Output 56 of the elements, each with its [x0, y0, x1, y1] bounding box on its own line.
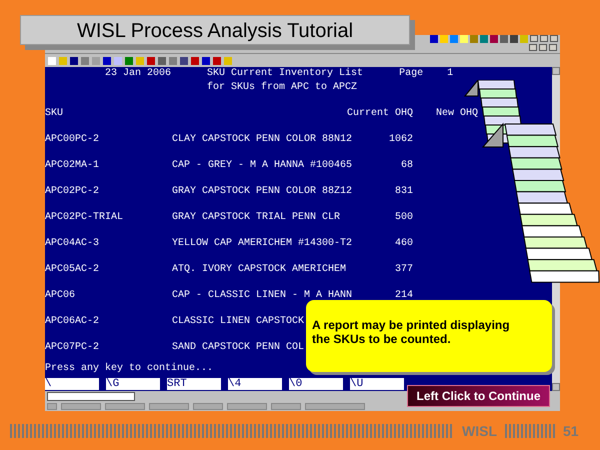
description-cell: CLAY CAPSTOCK PENN COLOR 88N12 — [172, 134, 352, 144]
input-field[interactable]: \0 — [289, 378, 343, 390]
description-cell: CAP - CLASSIC LINEN - M A HANN — [172, 290, 352, 300]
slide-number: 51 — [563, 423, 579, 439]
report-date: 23 Jan 2006 — [104, 67, 172, 81]
sku-cell: APC04AC-3 — [45, 238, 100, 248]
sku-cell: APC02PC-2 — [45, 186, 100, 196]
status-item — [271, 403, 301, 410]
description-cell: CLASSIC LINEN CAPSTOCK — [172, 316, 304, 326]
quantity-cell: 831 — [394, 186, 413, 196]
sku-cell: APC02MA-1 — [45, 160, 100, 170]
report-title: SKU Current Inventory List — [206, 67, 364, 81]
restore-button[interactable] — [539, 44, 547, 51]
description-cell: SAND CAPSTOCK PENN COL — [172, 342, 304, 352]
status-item — [61, 403, 101, 410]
sku-cell: APC06AC-2 — [45, 316, 100, 326]
status-item — [305, 403, 365, 410]
description-cell: GRAY CAPSTOCK PENN COLOR 88Z12 — [172, 186, 352, 196]
sku-cell: APC07PC-2 — [45, 342, 100, 352]
quantity-cell: 500 — [394, 212, 413, 222]
report-subtitle: for SKUs from APC to APCZ — [206, 81, 358, 95]
column-header: Current OHQ — [346, 108, 413, 118]
status-item — [193, 403, 223, 410]
page-label: Page — [398, 67, 424, 81]
input-field[interactable]: \ — [45, 378, 99, 390]
callout-text: A report may be printed displaying the SKUs to be counted. — [306, 300, 552, 372]
footer-brand: WISL — [462, 423, 497, 439]
status-item — [47, 403, 57, 410]
quantity-cell: 68 — [400, 160, 413, 170]
description-cell: GRAY CAPSTOCK TRIAL PENN CLR — [172, 212, 340, 222]
status-item — [149, 403, 189, 410]
status-item — [227, 403, 267, 410]
column-header: SKU — [45, 108, 64, 118]
status-item — [105, 403, 145, 410]
sku-cell: APC05AC-2 — [45, 264, 100, 274]
description-cell: CAP - GREY - M A HANNA #100465 — [172, 160, 352, 170]
stripe-decoration — [505, 424, 555, 438]
continue-button[interactable]: Left Click to Continue — [407, 385, 550, 407]
description-cell: ATQ. IVORY CAPSTOCK AMERICHEM — [172, 264, 346, 274]
description-cell: YELLOW CAP AMERICHEM #14300-T2 — [172, 238, 352, 248]
quantity-cell: 214 — [394, 290, 413, 300]
quantity-cell: 460 — [394, 238, 413, 248]
input-field[interactable]: \G — [106, 378, 160, 390]
input-field[interactable]: \4 — [228, 378, 282, 390]
column-header: New OHQ — [435, 108, 478, 118]
sku-cell: APC02PC-TRIAL — [45, 212, 124, 222]
quantity-cell: 1062 — [388, 134, 413, 144]
input-field[interactable]: \U — [350, 378, 404, 390]
continue-prompt: Press any key to continue... — [45, 362, 214, 376]
page-number: 1 — [446, 67, 454, 81]
input-field[interactable] — [47, 392, 135, 401]
maximize-button[interactable] — [540, 35, 548, 42]
sku-cell: APC00PC-2 — [45, 134, 100, 144]
sku-cell: APC06 — [45, 290, 76, 300]
quantity-cell: 377 — [394, 264, 413, 274]
input-field[interactable]: SRT — [167, 378, 221, 390]
